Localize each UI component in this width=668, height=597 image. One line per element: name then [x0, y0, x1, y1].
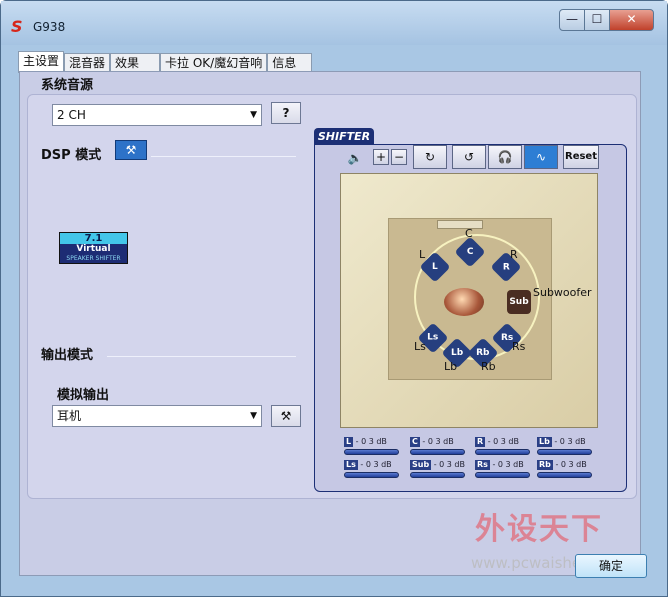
- level-sub[interactable]: Sub - 0 3 dB: [410, 460, 465, 482]
- source-label: 系统音源: [41, 78, 94, 93]
- speaker-c-label: C: [465, 227, 473, 240]
- app-logo-icon: S: [11, 17, 23, 36]
- watermark-logo: 外设天下: [475, 512, 603, 547]
- level-ls[interactable]: Ls - 0 3 dB: [344, 460, 399, 482]
- level-rs[interactable]: Rs - 0 3 dB: [475, 460, 530, 482]
- tab-mixer[interactable]: 混音器: [64, 53, 111, 73]
- speaker-lb-label: Lb: [444, 360, 458, 373]
- speaker-ls-label: Ls: [414, 340, 426, 353]
- title-bar: S G938 — ☐ ✕: [1, 1, 667, 45]
- badge-virtual: Virtual: [76, 244, 111, 254]
- analog-output-select[interactable]: 耳机 ▼: [52, 405, 262, 427]
- maximize-button[interactable]: ☐: [584, 9, 610, 31]
- source-select-value: 2 CH: [57, 108, 86, 122]
- headphone-icon: 🎧: [497, 150, 513, 164]
- window-title: G938: [33, 20, 66, 34]
- rotate-ccw-icon: ↺: [463, 150, 475, 164]
- app-window: S G938 — ☐ ✕ 主设置 混音器 效果 卡拉 OK/魔幻音响 信息 系统…: [0, 0, 668, 597]
- headphone-button[interactable]: 🎧: [488, 145, 522, 169]
- chevron-down-icon: ▼: [250, 411, 257, 421]
- zoom-out-button[interactable]: −: [391, 149, 407, 165]
- display-bar: [437, 220, 483, 229]
- level-slider[interactable]: [410, 472, 465, 478]
- badge-7-1: 7.1: [60, 233, 127, 244]
- close-button[interactable]: ✕: [609, 9, 654, 31]
- zoom-in-button[interactable]: +: [373, 149, 389, 165]
- output-mode-label: 输出模式: [41, 348, 94, 363]
- divider: [151, 156, 296, 157]
- level-slider[interactable]: [344, 449, 399, 455]
- subwoofer-speaker[interactable]: Sub: [507, 290, 531, 314]
- shifter-tab: SHIFTER: [314, 128, 374, 145]
- level-slider[interactable]: [410, 449, 465, 455]
- dsp-mode-button[interactable]: ⚒: [115, 140, 147, 160]
- tab-effects[interactable]: 效果: [110, 53, 161, 73]
- tab-info[interactable]: 信息: [267, 53, 313, 73]
- hammer-icon: ⚒: [125, 143, 137, 157]
- speaker-rb-label: Rb: [481, 360, 496, 373]
- level-rb[interactable]: Rb - 0 3 dB: [537, 460, 592, 482]
- source-select[interactable]: 2 CH ▼: [52, 104, 262, 126]
- level-r[interactable]: R - 0 3 dB: [475, 437, 530, 459]
- analog-output-value: 耳机: [57, 409, 82, 423]
- divider: [107, 356, 296, 357]
- level-slider[interactable]: [475, 472, 530, 478]
- level-slider[interactable]: [475, 449, 530, 455]
- speaker-l-label: L: [419, 248, 426, 261]
- level-lb[interactable]: Lb - 0 3 dB: [537, 437, 592, 459]
- virtual-7-1-badge[interactable]: 7.1 Virtual SPEAKER SHIFTER: [59, 232, 128, 264]
- level-slider[interactable]: [537, 472, 592, 478]
- rotate-left-button[interactable]: ↺: [452, 145, 486, 169]
- tab-karaoke[interactable]: 卡拉 OK/魔幻音响: [160, 53, 268, 73]
- tab-main-settings[interactable]: 主设置: [18, 51, 65, 73]
- reset-button[interactable]: Reset: [563, 145, 599, 169]
- speaker-mute-icon[interactable]: 🔈: [343, 147, 367, 171]
- minimize-button[interactable]: —: [559, 9, 585, 31]
- speaker-r-label: R: [510, 248, 518, 261]
- level-c[interactable]: C - 0 3 dB: [410, 437, 465, 459]
- help-button[interactable]: ?: [271, 102, 301, 124]
- ok-button[interactable]: 确定: [575, 554, 647, 578]
- speaker-rs-label: Rs: [512, 340, 526, 353]
- level-slider[interactable]: [537, 449, 592, 455]
- rotate-cw-icon: ↻: [424, 150, 436, 164]
- dsp-mode-label: DSP 模式: [41, 148, 102, 163]
- analog-output-button[interactable]: ⚒: [271, 405, 301, 427]
- rotate-right-button[interactable]: ↻: [413, 145, 447, 169]
- analog-output-label: 模拟输出: [57, 388, 110, 403]
- level-slider[interactable]: [344, 472, 399, 478]
- hammer-icon: ⚒: [280, 409, 292, 423]
- chevron-down-icon: ▼: [250, 110, 257, 120]
- wave-icon: ∿: [535, 150, 547, 164]
- badge-speaker-shifter: SPEAKER SHIFTER: [66, 255, 121, 262]
- subwoofer-label: Subwoofer: [533, 286, 592, 299]
- tab-bar: 主设置 混音器 效果 卡拉 OK/魔幻音响 信息: [18, 51, 313, 73]
- level-l[interactable]: L - 0 3 dB: [344, 437, 399, 459]
- listener-head-icon: [444, 288, 484, 316]
- wave-button[interactable]: ∿: [524, 145, 558, 169]
